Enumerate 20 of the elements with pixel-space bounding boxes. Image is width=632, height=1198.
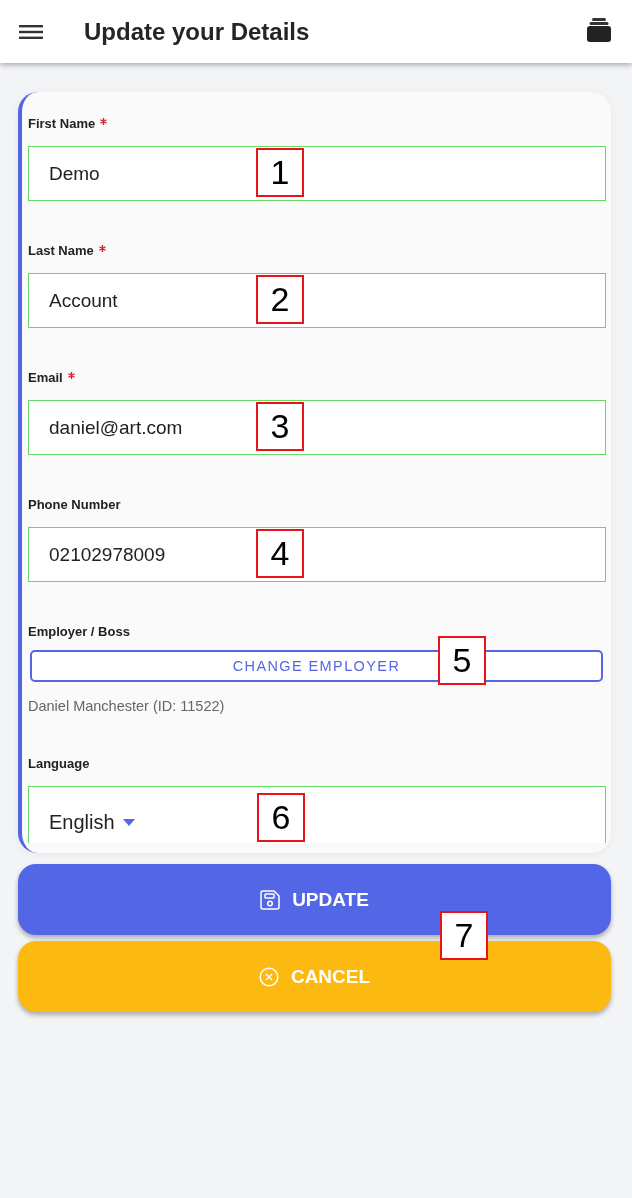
menu-icon[interactable]: [19, 24, 43, 39]
field-label: Email: [28, 369, 63, 387]
field-label: Employer / Boss: [28, 623, 130, 641]
field-label: Last Name: [28, 242, 94, 260]
number-marker: 7: [440, 911, 488, 960]
number-marker: 2: [256, 275, 304, 324]
employer-name: Daniel Manchester (ID: 11522): [28, 698, 226, 714]
field-label: Language: [28, 755, 90, 773]
page-title: Update your Details: [84, 17, 311, 46]
cancel-icon: [258, 966, 279, 987]
card-stack-icon[interactable]: [587, 18, 611, 42]
field-label: Phone Number: [28, 496, 121, 514]
caret-icon: [122, 819, 135, 826]
field-label: First Name: [28, 115, 96, 133]
number-marker: 6: [257, 793, 305, 842]
number-marker: 5: [438, 636, 486, 685]
save-icon: [260, 889, 281, 910]
number-marker: 4: [256, 529, 304, 578]
number-marker: 3: [256, 402, 304, 451]
number-marker: 1: [256, 148, 304, 197]
